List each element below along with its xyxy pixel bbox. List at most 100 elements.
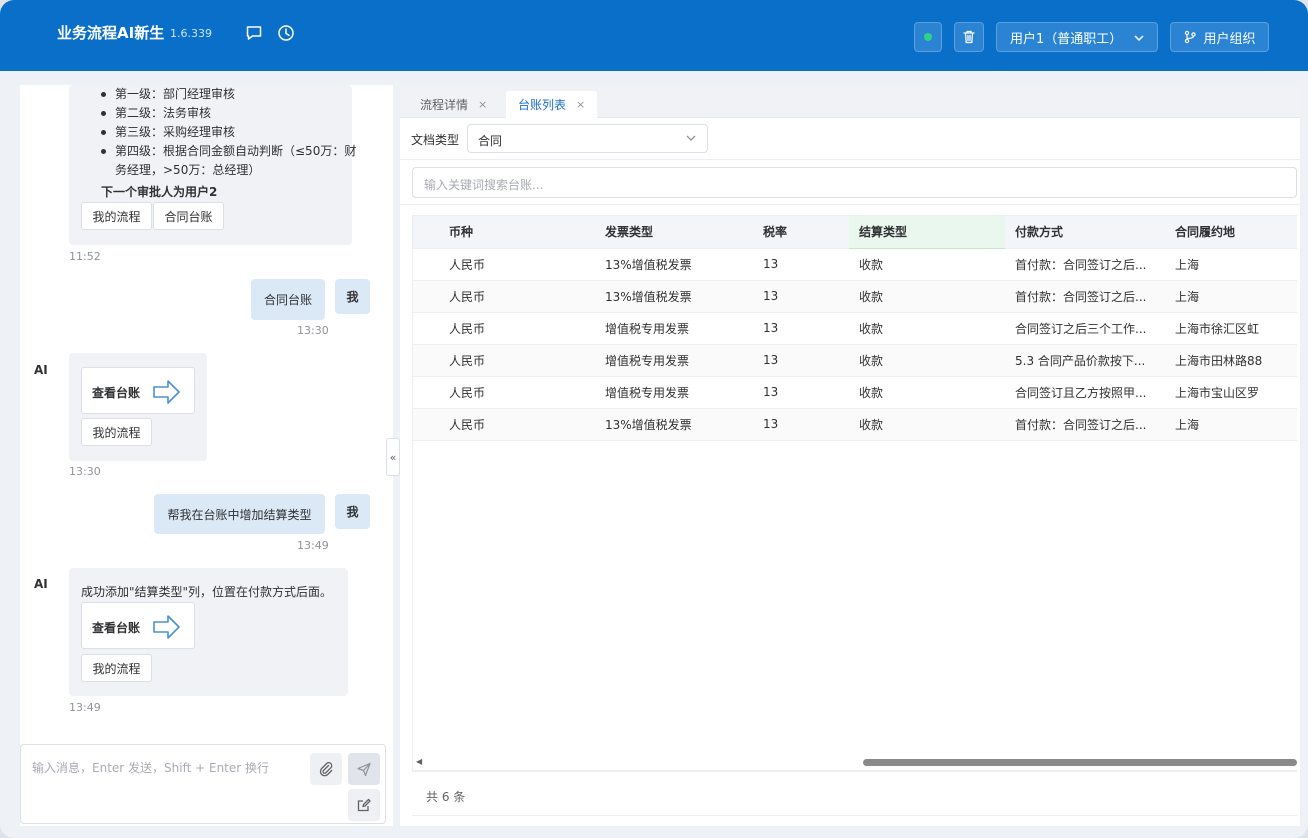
message-time: 11:52	[69, 250, 101, 263]
app-window: 业务流程AI新生 1.6.339 用户1（普通职工） 用户组织 第一级：部门经理…	[0, 0, 1308, 838]
table-cell: 13	[727, 248, 849, 281]
scrollbar-thumb[interactable]	[863, 759, 1297, 766]
column-header-invoice-type[interactable]: 发票类型	[569, 216, 727, 249]
column-header-payment-method[interactable]: 付款方式	[1005, 216, 1163, 249]
message-time: 13:30	[69, 465, 101, 478]
send-button[interactable]	[348, 753, 380, 785]
ledger-search-input[interactable]: 输入关键词搜索台账...	[412, 167, 1297, 198]
my-process-button[interactable]: 我的流程	[81, 418, 152, 446]
tab-process-detail[interactable]: 流程详情 ×	[408, 91, 499, 118]
paperclip-icon	[319, 762, 333, 777]
list-item: 第二级：法务审核	[99, 104, 359, 123]
approval-levels-list: 第一级：部门经理审核 第二级：法务审核 第三级：采购经理审核 第四级：根据合同金…	[99, 85, 359, 180]
tab-label: 台账列表	[518, 98, 567, 112]
tab-label: 流程详情	[420, 98, 469, 112]
delete-button[interactable]	[954, 22, 984, 52]
divider	[400, 159, 1300, 160]
collapse-panel-button[interactable]: «	[386, 438, 400, 476]
list-item: 第一级：部门经理审核	[99, 85, 359, 104]
table-cell: 上海	[1163, 248, 1297, 281]
close-icon[interactable]: ×	[478, 98, 487, 111]
table-cell: 收款	[849, 408, 1005, 441]
message-time: 13:49	[69, 701, 101, 714]
table-cell: 首付款：合同签订之后...	[1005, 248, 1163, 281]
table-cell: 13%增值税发票	[569, 248, 727, 281]
table-row[interactable]: 人民币 13%增值税发票 13 收款 首付款：合同签订之后... 上海	[413, 280, 1297, 313]
ledger-panel: 流程详情 × 台账列表 × 文档类型 合同 输入关键词搜索台账... 币种 发票…	[400, 85, 1300, 826]
ai-avatar: AI	[34, 577, 48, 591]
view-ledger-label: 查看台账	[92, 386, 141, 400]
table-cell: 人民币	[413, 312, 569, 345]
clock-icon[interactable]	[277, 24, 295, 42]
my-process-button[interactable]: 我的流程	[81, 654, 152, 682]
table-row[interactable]: 人民币 13%增值税发票 13 收款 首付款：合同签订之后... 上海	[413, 408, 1297, 441]
table-cell: 13	[727, 280, 849, 313]
table-row[interactable]: 人民币 增值税专用发票 13 收款 合同签订之后三个工作... 上海市徐汇区虹	[413, 312, 1297, 345]
table-cell: 上海市宝山区罗	[1163, 376, 1297, 409]
table-cell: 人民币	[413, 248, 569, 281]
table-cell: 收款	[849, 248, 1005, 281]
user-org-button[interactable]: 用户组织	[1170, 22, 1269, 52]
message-time: 13:30	[297, 324, 329, 337]
column-header-currency[interactable]: 币种	[413, 216, 569, 249]
doc-type-value: 合同	[478, 134, 503, 148]
table-cell: 13	[727, 344, 849, 377]
status-online-dot	[924, 33, 932, 41]
view-ledger-label: 查看台账	[92, 621, 141, 635]
tab-bar: 流程详情 × 台账列表 ×	[400, 85, 1300, 118]
total-count: 共 6 条	[426, 790, 466, 804]
app-version: 1.6.339	[170, 27, 212, 40]
chat-bubble-icon[interactable]	[245, 24, 263, 42]
ai-message-text: 成功添加"结算类型"列，位置在付款方式后面。	[81, 585, 333, 599]
chat-message-list[interactable]: 第一级：部门经理审核 第二级：法务审核 第三级：采购经理审核 第四级：根据合同金…	[20, 85, 393, 740]
table-cell: 收款	[849, 312, 1005, 345]
table-cell: 人民币	[413, 408, 569, 441]
table-cell: 首付款：合同签订之后...	[1005, 408, 1163, 441]
column-header-performance-place[interactable]: 合同履约地	[1163, 216, 1297, 249]
table-cell: 收款	[849, 280, 1005, 313]
chevron-down-icon	[686, 135, 696, 141]
branch-icon	[1185, 30, 1197, 44]
table-row[interactable]: 人民币 增值税专用发票 13 收款 合同签订且乙方按照甲... 上海市宝山区罗	[413, 376, 1297, 409]
table-cell: 上海	[1163, 280, 1297, 313]
table-footer: 共 6 条	[412, 771, 1297, 816]
table-cell: 13%增值税发票	[569, 280, 727, 313]
attach-button[interactable]	[310, 753, 342, 785]
table-cell: 上海	[1163, 408, 1297, 441]
contract-ledger-button[interactable]: 合同台账	[153, 202, 224, 230]
chat-input-placeholder: 输入消息，Enter 发送，Shift + Enter 换行	[32, 761, 270, 775]
user-avatar: 我	[335, 279, 370, 314]
table-row[interactable]: 人民币 13%增值税发票 13 收款 首付款：合同签订之后... 上海	[413, 248, 1297, 281]
table-cell: 上海市田林路88	[1163, 344, 1297, 377]
user-select-label: 用户1（普通职工）	[1010, 31, 1123, 47]
user-avatar: 我	[335, 494, 370, 529]
my-process-button[interactable]: 我的流程	[81, 202, 152, 230]
tab-ledger-list[interactable]: 台账列表 ×	[506, 91, 598, 118]
edit-note-icon	[357, 798, 371, 812]
table-cell: 合同签订之后三个工作...	[1005, 312, 1163, 345]
trash-icon	[963, 30, 975, 44]
column-header-tax-rate[interactable]: 税率	[727, 216, 849, 249]
user-message-bubble: 合同台账	[251, 279, 325, 320]
top-header: 业务流程AI新生 1.6.339 用户1（普通职工） 用户组织	[0, 0, 1308, 71]
table-cell: 人民币	[413, 280, 569, 313]
chat-input-box[interactable]: 输入消息，Enter 发送，Shift + Enter 换行	[20, 744, 386, 824]
horizontal-scrollbar[interactable]: ◀	[412, 756, 1297, 768]
user-org-label: 用户组织	[1203, 31, 1256, 47]
message-time: 13:49	[297, 539, 329, 552]
scroll-left-icon[interactable]: ◀	[416, 757, 422, 766]
view-ledger-card[interactable]: 查看台账	[81, 602, 195, 649]
table-cell: 增值税专用发票	[569, 376, 727, 409]
doc-type-select[interactable]: 合同	[467, 124, 708, 153]
new-chat-button[interactable]	[348, 789, 380, 821]
user-select[interactable]: 用户1（普通职工）	[996, 22, 1158, 52]
close-icon[interactable]: ×	[576, 98, 585, 111]
table-cell: 13%增值税发票	[569, 408, 727, 441]
table-header-row: 币种 发票类型 税率 结算类型 付款方式 合同履约地	[413, 216, 1297, 249]
view-ledger-card[interactable]: 查看台账	[81, 367, 195, 414]
column-header-settlement-type[interactable]: 结算类型	[849, 216, 1005, 249]
table-row[interactable]: 人民币 增值税专用发票 13 收款 5.3 合同产品价款按下... 上海市田林路…	[413, 344, 1297, 377]
next-approver-text: 下一个审批人为用户2	[101, 185, 218, 199]
table-cell: 增值税专用发票	[569, 344, 727, 377]
send-icon	[357, 762, 371, 777]
